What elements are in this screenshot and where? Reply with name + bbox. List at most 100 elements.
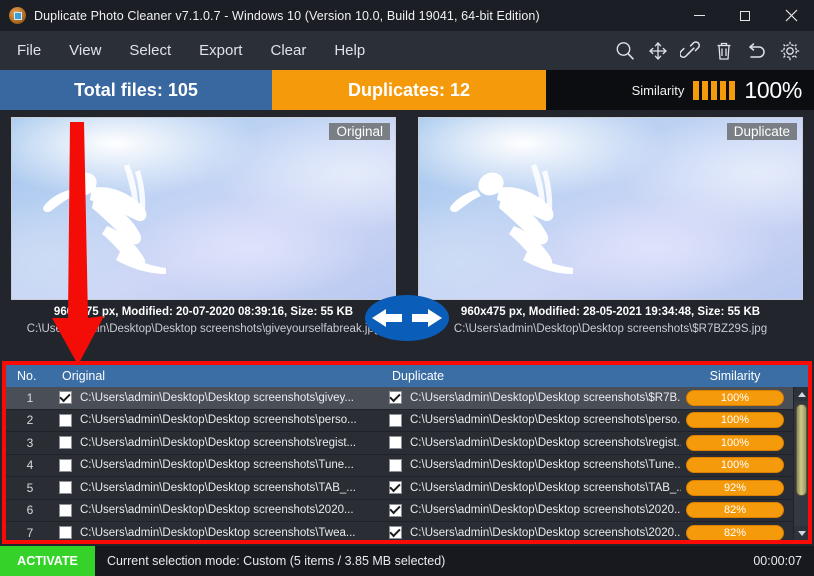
table-row[interactable]: 6 C:\Users\admin\Desktop\Desktop screensh… bbox=[6, 500, 808, 522]
duplicate-meta: 960x475 px, Modified: 28-05-2021 19:34:4… bbox=[460, 306, 761, 318]
menu-item-help[interactable]: Help bbox=[323, 38, 376, 63]
original-preview-pane: Original 960x475 px, Modified: 20-07-202… bbox=[0, 110, 407, 355]
fairy-silhouette bbox=[43, 164, 166, 274]
duplicate-preview-pane: Duplicate 960x475 px, Modified: 28-05-20… bbox=[407, 110, 814, 355]
row-number: 1 bbox=[26, 390, 34, 405]
duplicate-path: C:\Users\admin\Desktop\Desktop screensho… bbox=[453, 323, 768, 335]
duplicate-path-cell[interactable]: C:\Users\admin\Desktop\Desktop screensho… bbox=[406, 459, 681, 471]
row-number: 4 bbox=[26, 458, 34, 473]
table-row[interactable]: 3 C:\Users\admin\Desktop\Desktop screensh… bbox=[6, 432, 808, 455]
duplicate-path-cell[interactable]: C:\Users\admin\Desktop\Desktop screensho… bbox=[406, 527, 681, 539]
original-path-cell[interactable]: C:\Users\admin\Desktop\Desktop screensho… bbox=[76, 392, 384, 404]
original-checkbox[interactable] bbox=[54, 503, 76, 517]
table-body: 1 C:\Users\admin\Desktop\Desktop screensh… bbox=[6, 387, 808, 540]
gear-icon[interactable] bbox=[773, 34, 806, 67]
original-meta: 960x475 px, Modified: 20-07-2020 08:39:1… bbox=[53, 306, 354, 318]
undo-icon[interactable] bbox=[740, 34, 773, 67]
table-scrollbar[interactable] bbox=[793, 387, 809, 540]
duplicates-stat: Duplicates: 12 bbox=[272, 70, 546, 110]
row-number: 6 bbox=[26, 503, 34, 518]
original-checkbox[interactable] bbox=[54, 413, 76, 427]
similarity-badge: 100% bbox=[686, 457, 784, 474]
photo-app-icon bbox=[9, 7, 26, 24]
menu-item-file[interactable]: File bbox=[6, 38, 52, 63]
original-path: C:\Users\admin\Desktop\Desktop screensho… bbox=[26, 323, 381, 335]
menu-bar: File View Select Export Clear Help bbox=[0, 31, 814, 70]
original-path-cell[interactable]: C:\Users\admin\Desktop\Desktop screensho… bbox=[76, 459, 384, 471]
duplicate-checkbox[interactable] bbox=[384, 391, 406, 405]
duplicate-path-cell[interactable]: C:\Users\admin\Desktop\Desktop screensho… bbox=[406, 392, 681, 404]
search-icon[interactable] bbox=[608, 34, 641, 67]
window-title: Duplicate Photo Cleaner v7.1.0.7 - Windo… bbox=[34, 8, 540, 23]
duplicate-tag: Duplicate bbox=[726, 123, 797, 140]
row-number: 3 bbox=[26, 435, 34, 450]
similarity-cell: 100% bbox=[681, 457, 789, 474]
swap-left-right-arrows-icon[interactable] bbox=[365, 295, 449, 341]
original-path-cell[interactable]: C:\Users\admin\Desktop\Desktop screensho… bbox=[76, 504, 384, 516]
similarity-badge: 92% bbox=[686, 479, 784, 496]
original-path-cell[interactable]: C:\Users\admin\Desktop\Desktop screensho… bbox=[76, 527, 384, 539]
similarity-badge: 100% bbox=[686, 389, 784, 406]
menu-item-select[interactable]: Select bbox=[118, 38, 182, 63]
scrollbar-thumb[interactable] bbox=[796, 404, 807, 496]
duplicate-checkbox[interactable] bbox=[384, 436, 406, 450]
scroll-down-icon[interactable] bbox=[794, 526, 809, 540]
duplicate-thumbnail[interactable]: Duplicate bbox=[418, 117, 803, 300]
menu-item-clear[interactable]: Clear bbox=[259, 38, 317, 63]
row-number: 7 bbox=[26, 525, 34, 540]
column-header-duplicate[interactable]: Duplicate bbox=[384, 365, 681, 387]
duplicate-checkbox[interactable] bbox=[384, 526, 406, 540]
original-checkbox[interactable] bbox=[54, 526, 76, 540]
table-row[interactable]: 5 C:\Users\admin\Desktop\Desktop screensh… bbox=[6, 477, 808, 500]
original-checkbox[interactable] bbox=[54, 481, 76, 495]
duplicate-checkbox[interactable] bbox=[384, 481, 406, 495]
toolbar bbox=[608, 31, 806, 70]
duplicate-path-cell[interactable]: C:\Users\admin\Desktop\Desktop screensho… bbox=[406, 437, 681, 449]
original-thumbnail[interactable]: Original bbox=[11, 117, 396, 300]
original-checkbox[interactable] bbox=[54, 436, 76, 450]
menu-item-view[interactable]: View bbox=[58, 38, 112, 63]
duplicate-checkbox[interactable] bbox=[384, 413, 406, 427]
maximize-icon[interactable] bbox=[722, 0, 768, 31]
original-path-cell[interactable]: C:\Users\admin\Desktop\Desktop screensho… bbox=[76, 482, 384, 494]
similarity-cell: 100% bbox=[681, 434, 789, 451]
similarity-cell: 82% bbox=[681, 524, 789, 540]
close-icon[interactable] bbox=[768, 0, 814, 31]
table-row[interactable]: 4 C:\Users\admin\Desktop\Desktop screensh… bbox=[6, 455, 808, 477]
move-icon[interactable] bbox=[641, 34, 674, 67]
similarity-cell: 82% bbox=[681, 502, 789, 519]
similarity-cell: 92% bbox=[681, 479, 789, 496]
total-files-stat: Total files: 105 bbox=[0, 70, 272, 110]
column-header-original[interactable]: Original bbox=[54, 365, 384, 387]
row-number: 2 bbox=[26, 413, 34, 428]
similarity-bars-icon bbox=[693, 80, 736, 100]
window-controls bbox=[676, 0, 814, 31]
column-header-similarity[interactable]: Similarity bbox=[681, 365, 789, 387]
similarity-label: Similarity bbox=[631, 82, 685, 98]
original-checkbox[interactable] bbox=[54, 391, 76, 405]
table-header: No. Original Duplicate Similarity bbox=[6, 365, 808, 387]
column-header-no[interactable]: No. bbox=[6, 365, 54, 387]
table-row[interactable]: 2 C:\Users\admin\Desktop\Desktop screensh… bbox=[6, 410, 808, 432]
stats-bar: Total files: 105 Duplicates: 12 Similari… bbox=[0, 70, 814, 110]
similarity-badge: 82% bbox=[686, 502, 784, 519]
duplicate-checkbox[interactable] bbox=[384, 503, 406, 517]
trash-icon[interactable] bbox=[707, 34, 740, 67]
duplicate-path-cell[interactable]: C:\Users\admin\Desktop\Desktop screensho… bbox=[406, 414, 681, 426]
activate-button[interactable]: ACTIVATE bbox=[0, 546, 95, 576]
original-checkbox[interactable] bbox=[54, 458, 76, 472]
original-path-cell[interactable]: C:\Users\admin\Desktop\Desktop screensho… bbox=[76, 437, 384, 449]
elapsed-timer: 00:00:07 bbox=[753, 554, 802, 568]
table-row[interactable]: 7 C:\Users\admin\Desktop\Desktop screensh… bbox=[6, 522, 808, 540]
menu-item-export[interactable]: Export bbox=[188, 38, 253, 63]
minimize-icon[interactable] bbox=[676, 0, 722, 31]
original-path-cell[interactable]: C:\Users\admin\Desktop\Desktop screensho… bbox=[76, 414, 384, 426]
link-icon[interactable] bbox=[674, 34, 707, 67]
table-row[interactable]: 1 C:\Users\admin\Desktop\Desktop screensh… bbox=[6, 387, 808, 410]
duplicate-path-cell[interactable]: C:\Users\admin\Desktop\Desktop screensho… bbox=[406, 504, 681, 516]
title-bar: Duplicate Photo Cleaner v7.1.0.7 - Windo… bbox=[0, 0, 814, 31]
duplicate-checkbox[interactable] bbox=[384, 458, 406, 472]
duplicate-path-cell[interactable]: C:\Users\admin\Desktop\Desktop screensho… bbox=[406, 482, 681, 494]
scroll-up-icon[interactable] bbox=[794, 387, 809, 401]
similarity-badge: 100% bbox=[686, 412, 784, 429]
